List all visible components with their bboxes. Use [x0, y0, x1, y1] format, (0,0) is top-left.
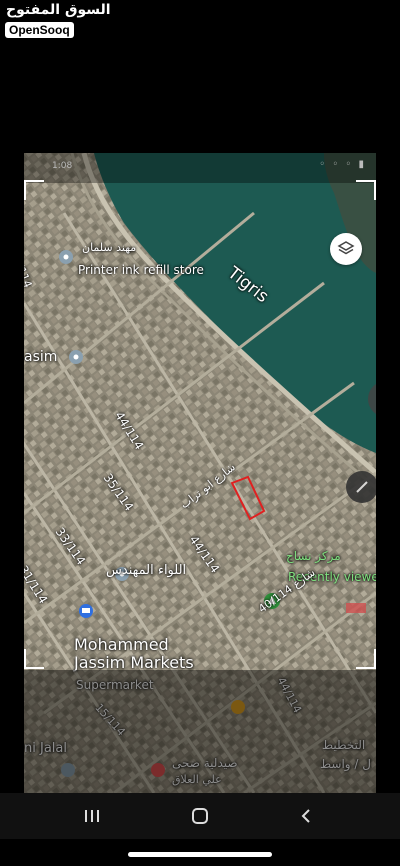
recent-apps-button[interactable]: [72, 801, 112, 831]
home-icon: [192, 808, 208, 824]
status-time: 1:08: [52, 161, 73, 171]
android-nav-bar: [0, 793, 400, 839]
crop-handle-top-right[interactable]: [356, 180, 376, 200]
back-button[interactable]: [286, 801, 326, 831]
phone-screenshot: 1:08 ◦ ◦ ◦ ▮ مهند سلمان Printer ink refi…: [24, 153, 376, 793]
status-icons: ◦ ◦ ◦ ▮: [319, 159, 366, 170]
back-chevron-icon: [301, 809, 310, 823]
gesture-bar[interactable]: [128, 852, 272, 857]
status-bar: 1:08 ◦ ◦ ◦ ▮: [24, 153, 376, 183]
watermark-arabic: السوق المفتوح: [6, 2, 111, 18]
crop-frame[interactable]: [24, 180, 376, 669]
crop-handle-bottom-left[interactable]: [24, 649, 44, 669]
home-button[interactable]: [180, 801, 220, 831]
crop-dim-overlay: [24, 670, 376, 793]
crop-handle-bottom-right[interactable]: [356, 649, 376, 669]
watermark-logo: OpenSooq: [5, 22, 74, 38]
recent-apps-icon: [85, 810, 99, 822]
crop-handle-top-left[interactable]: [24, 180, 44, 200]
